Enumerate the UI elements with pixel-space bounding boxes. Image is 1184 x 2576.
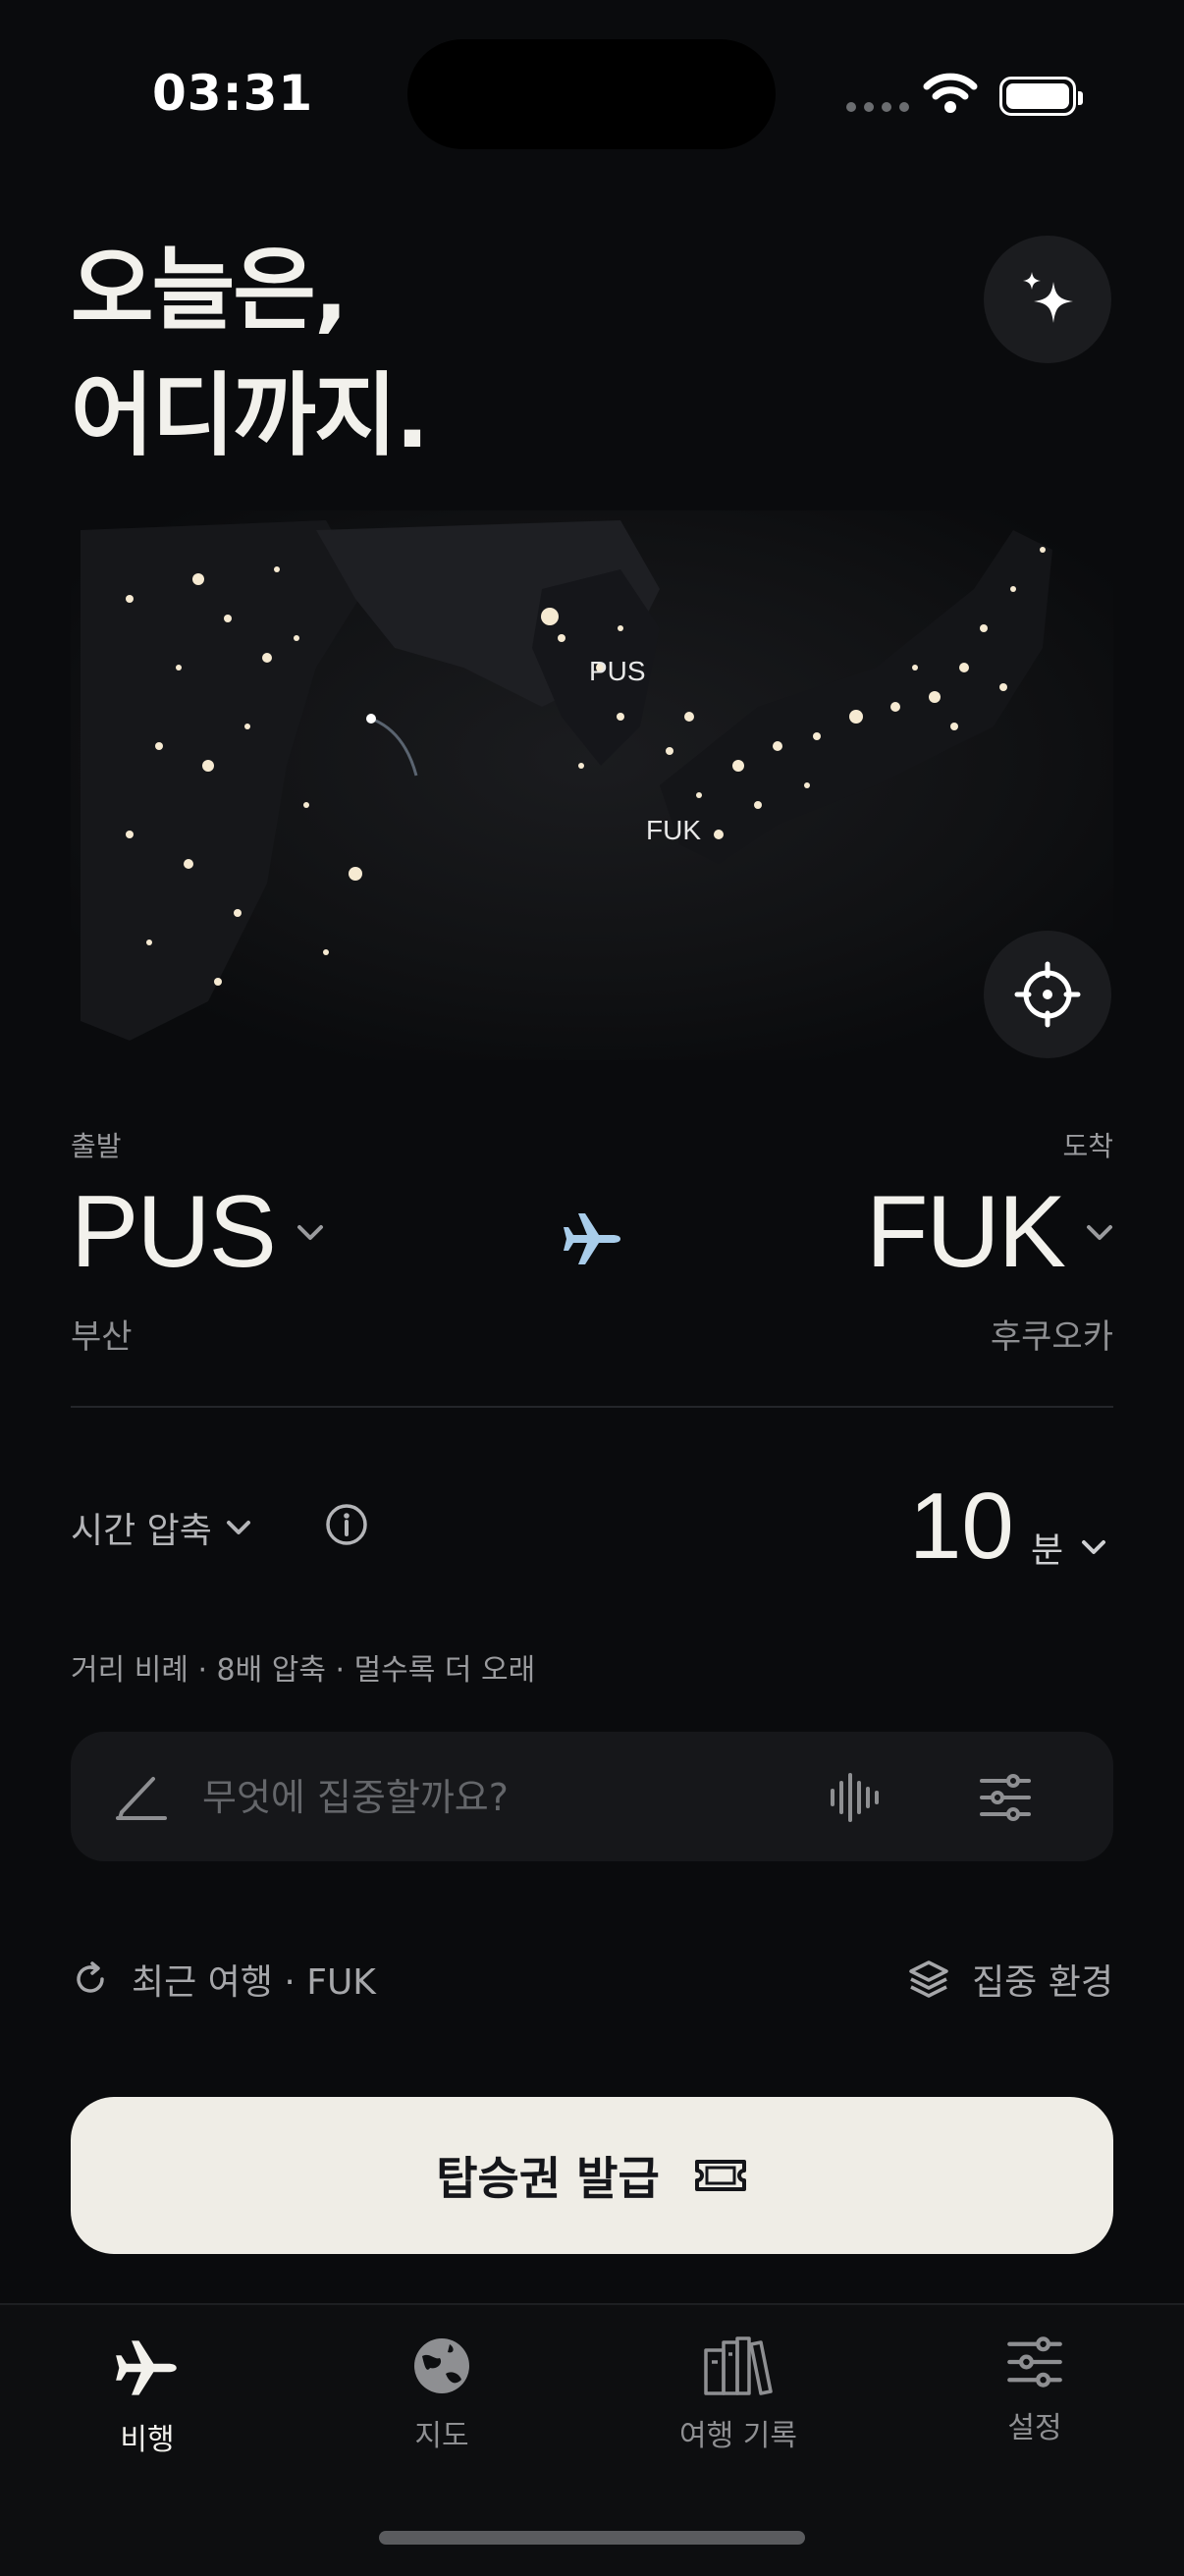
chevron-down-icon [226,1521,250,1534]
locate-button[interactable] [984,931,1111,1058]
tab-map[interactable]: 지도 [324,2334,560,2454]
duration-value[interactable]: 10 [909,1473,1014,1581]
compression-description: 거리 비례 · 8배 압축 · 멀수록 더 오래 [71,1653,536,1688]
focus-environment-link[interactable]: 집중 환경 [907,1954,1113,2005]
refresh-icon [77,1961,104,1993]
tab-travel-log[interactable]: 여행 기록 [620,2334,856,2454]
route-map[interactable]: PUS FUK [71,510,1113,1060]
sliders-icon[interactable] [978,1773,1033,1822]
map-label-origin: PUS [589,656,646,686]
tab-label: 비행 [120,2423,175,2457]
page-title: 오늘은, 어디까지. [71,228,430,479]
battery-icon [999,77,1083,116]
sparkle-button[interactable] [984,236,1111,363]
layers-icon [909,1960,948,1998]
focus-input[interactable] [200,1769,833,1826]
duration-unit-dropdown[interactable]: 분 [1031,1522,1106,1573]
chevron-down-icon [296,1224,323,1240]
departure-label: 출발 [71,1130,122,1162]
arrival-label: 도착 [1062,1130,1113,1162]
duration-unit: 분 [1031,1530,1064,1571]
origin-code: PUS [71,1175,277,1289]
sliders-icon [1007,2336,1062,2388]
pencil-icon [116,1777,167,1820]
map-label-destination: FUK [646,815,701,845]
status-time: 03:31 [152,65,314,122]
compression-dropdown[interactable]: 시간 압축 [71,1502,251,1553]
wifi-icon [923,71,978,118]
title-line-2: 어디까지. [71,363,430,468]
divider [71,1406,1113,1408]
tab-label: 설정 [1007,2411,1062,2445]
issue-boarding-pass-label: 탑승권 발급 [436,2152,660,2205]
recent-trip-link[interactable]: 최근 여행 · FUK [71,1954,376,2005]
cellular-signal-icon [846,102,909,112]
crosshair-icon [1014,961,1081,1028]
destination-code: FUK [866,1175,1066,1289]
origin-city: 부산 [71,1317,133,1357]
title-line-1: 오늘은, [71,238,349,343]
tab-settings[interactable]: 설정 [917,2334,1153,2446]
tab-label: 지도 [414,2419,469,2453]
info-button[interactable] [324,1502,369,1551]
compression-label: 시간 압축 [71,1511,212,1551]
home-indicator [379,2531,805,2545]
issue-boarding-pass-button[interactable]: 탑승권 발급 [71,2097,1113,2254]
origin-selector[interactable]: PUS [71,1174,324,1291]
globe-icon [414,2338,469,2393]
chevron-down-icon [1082,1540,1106,1554]
dynamic-island [407,39,776,149]
destination-selector[interactable]: FUK [866,1174,1113,1291]
books-icon [704,2336,773,2395]
info-icon [326,1504,367,1545]
focus-environment-label: 집중 환경 [972,1962,1113,2003]
airplane-icon [562,1208,624,1274]
airplane-icon [116,2340,177,2395]
chevron-down-icon [1087,1224,1112,1240]
focus-input-box [71,1732,1113,1861]
tab-flight[interactable]: 비행 [29,2334,265,2458]
destination-city: 후쿠오카 [990,1317,1113,1357]
tab-label: 여행 기록 [679,2419,797,2453]
voice-waveform-icon[interactable] [827,1771,882,1824]
recent-trip-label: 최근 여행 · FUK [132,1962,376,2003]
ticket-icon [694,2160,746,2191]
sparkle-icon [1023,272,1073,323]
